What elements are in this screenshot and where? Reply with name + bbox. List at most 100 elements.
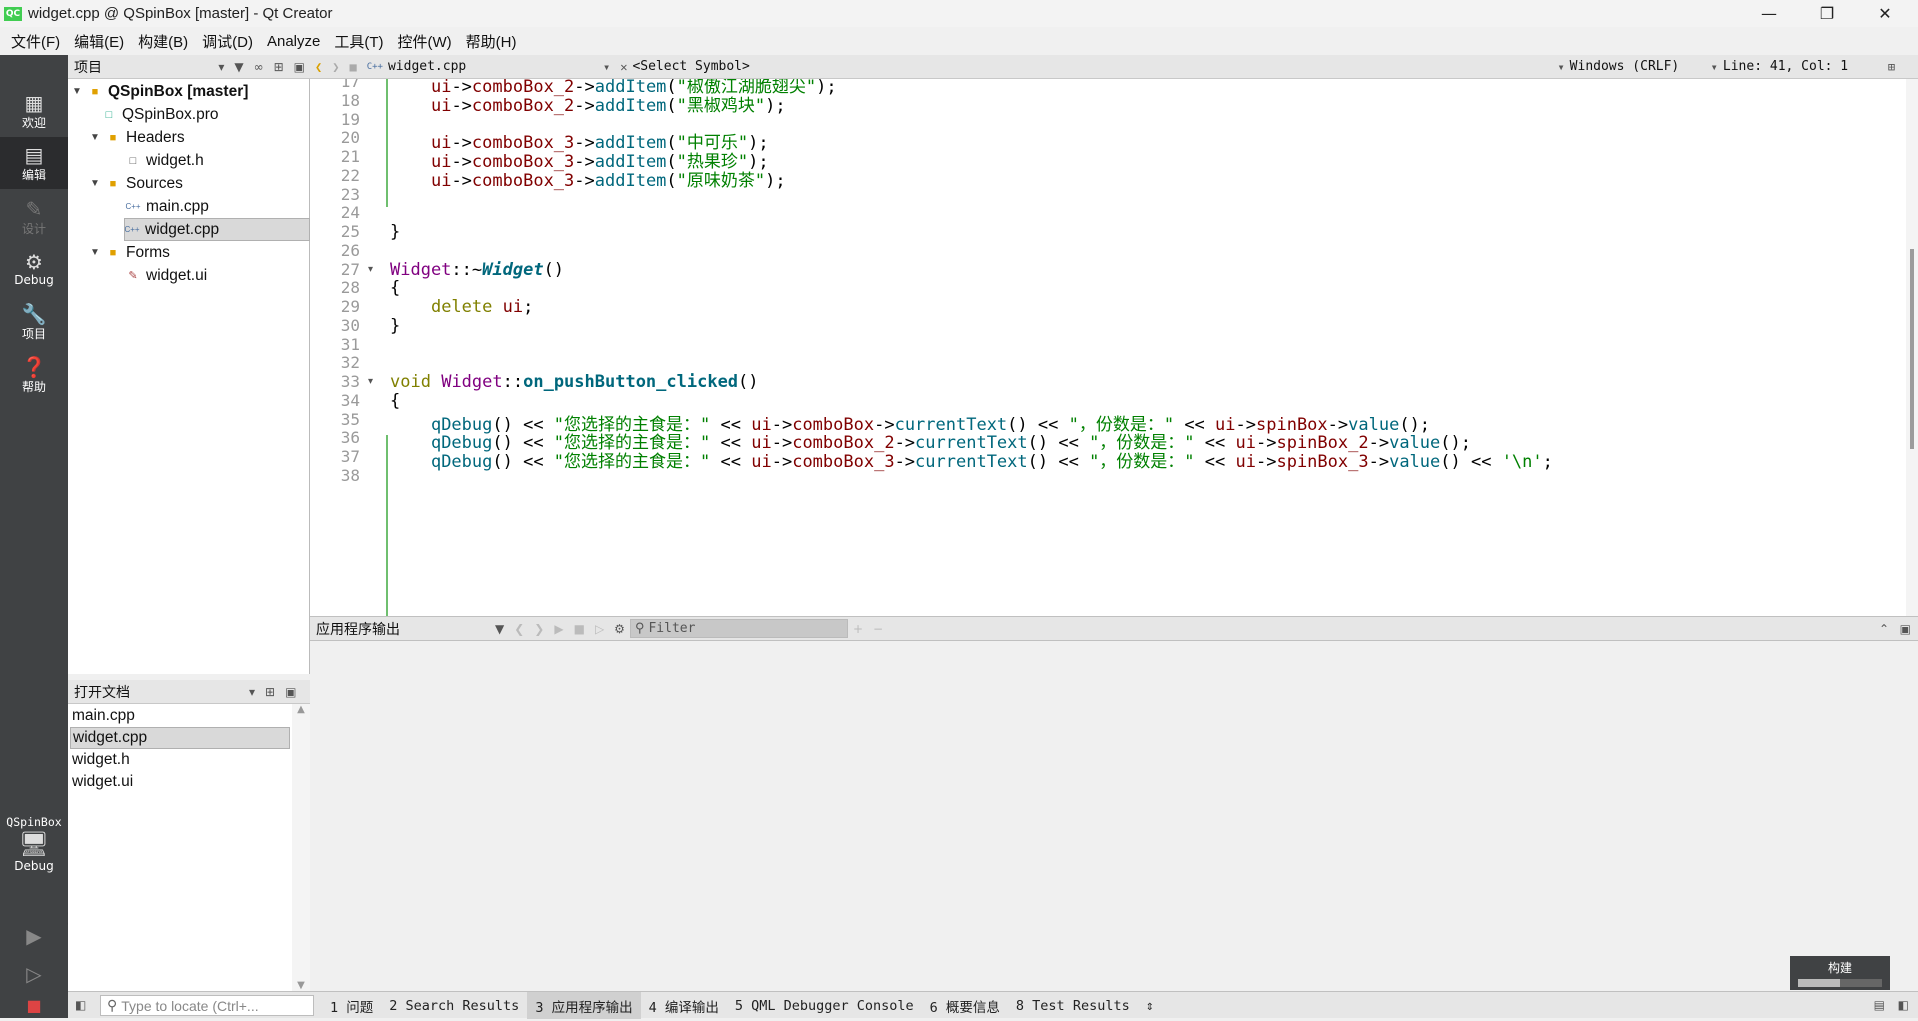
mode-welcome[interactable]: ▦ 欢迎 xyxy=(0,85,68,137)
build-progress[interactable]: 构建 xyxy=(1790,956,1890,990)
line-ending-combo[interactable]: Windows (CRLF) xyxy=(1570,59,1706,74)
code-line[interactable]: qDebug() << "您选择的主食是：" << ui->comboBox_3… xyxy=(390,447,1553,472)
code-line[interactable]: Widget::~Widget() xyxy=(390,260,564,280)
split-icon[interactable]: ⊞ xyxy=(274,60,284,74)
play-icon[interactable]: ▶ xyxy=(554,622,563,636)
chevron-down-icon[interactable]: ▼ xyxy=(90,178,102,189)
close-pane-icon[interactable]: ▣ xyxy=(294,60,305,74)
chevron-down-icon[interactable]: ▾ xyxy=(249,685,255,699)
menu-item[interactable]: 文件(F) xyxy=(4,31,67,52)
application-output[interactable] xyxy=(310,641,1918,991)
tree-item-widget-cpp[interactable]: C++ widget.cpp xyxy=(124,218,310,241)
chevron-down-icon[interactable]: ▾ xyxy=(603,60,610,74)
tree-item-forms[interactable]: ▼ ■ Forms xyxy=(90,241,170,264)
kit-selector[interactable]: QSpinBox 🖥 Debug xyxy=(0,807,68,881)
chevron-down-icon[interactable]: ▾ xyxy=(1711,60,1718,74)
tab-compile-output[interactable]: 4 编译输出 xyxy=(641,992,727,1019)
zoom-out-icon[interactable]: − xyxy=(873,622,883,636)
progress-details-icon[interactable]: ▤ xyxy=(1874,998,1885,1012)
restore-button[interactable]: ❐ xyxy=(1798,0,1856,27)
open-doc-item[interactable]: main.cpp xyxy=(70,705,290,727)
open-doc-item[interactable]: widget.h xyxy=(70,749,290,771)
locate-input[interactable]: ⚲ Type to locate (Ctrl+... xyxy=(100,995,314,1016)
tab-search-results[interactable]: 2 Search Results xyxy=(381,992,527,1019)
tree-item-headers[interactable]: ▼ ■ Headers xyxy=(90,126,185,149)
current-file-combo[interactable]: widget.cpp xyxy=(388,59,598,74)
close-document-icon[interactable]: ✕ xyxy=(620,60,627,74)
code-line[interactable]: } xyxy=(390,316,400,336)
cursor-position[interactable]: Line: 41, Col: 1 xyxy=(1723,59,1883,74)
attach-icon[interactable]: ▼ xyxy=(495,622,504,636)
debug-icon[interactable]: ▷ xyxy=(595,622,604,636)
forward-arrow-icon[interactable]: ❯ xyxy=(332,60,339,74)
chevron-down-icon[interactable]: ▾ xyxy=(218,60,224,74)
menu-item[interactable]: 控件(W) xyxy=(391,31,459,52)
output-filter-input[interactable]: ⚲ Filter xyxy=(629,619,848,638)
menu-item[interactable]: 工具(T) xyxy=(327,31,390,52)
prev-icon[interactable]: ❮ xyxy=(514,622,524,636)
code-line[interactable]: ui->comboBox_3->addItem("原味奶茶"); xyxy=(390,166,786,191)
fold-marker-icon[interactable]: ▾ xyxy=(368,264,373,275)
tree-item-widget-h[interactable]: □ widget.h xyxy=(126,149,204,172)
chevron-down-icon[interactable]: ▾ xyxy=(1557,60,1564,74)
close-pane-icon[interactable]: ▣ xyxy=(1900,622,1911,636)
back-arrow-icon[interactable]: ❮ xyxy=(315,60,322,74)
tree-item-pro-file[interactable]: □ QSpinBox.pro xyxy=(102,103,219,126)
next-icon[interactable]: ❯ xyxy=(534,622,544,636)
scrollbar-thumb[interactable] xyxy=(1910,249,1914,449)
mode-projects[interactable]: 🔧 项目 xyxy=(0,296,68,348)
split-icon[interactable]: ⊞ xyxy=(265,685,275,699)
stop-icon[interactable]: ■ xyxy=(574,622,585,636)
maximize-pane-icon[interactable]: ⌃ xyxy=(1879,622,1889,636)
chevron-down-icon[interactable]: ▼ xyxy=(90,132,102,143)
tree-item-main-cpp[interactable]: C++ main.cpp xyxy=(125,195,208,218)
tree-item-sources[interactable]: ▼ ■ Sources xyxy=(90,172,183,195)
open-doc-item[interactable]: widget.ui xyxy=(70,771,290,793)
gear-icon[interactable]: ⚙ xyxy=(614,622,625,636)
mode-edit[interactable]: ▤ 编辑 xyxy=(0,137,68,189)
fold-marker-icon[interactable]: ▾ xyxy=(368,376,373,387)
menu-item[interactable]: Analyze xyxy=(260,33,327,50)
scroll-down-icon[interactable]: ▼ xyxy=(292,980,310,991)
link-icon[interactable]: ∞ xyxy=(254,60,264,74)
tab-general-messages[interactable]: 6 概要信息 xyxy=(922,992,1008,1019)
build-button[interactable]: ■ xyxy=(0,991,68,1021)
code-line[interactable]: } xyxy=(390,222,400,242)
code-line[interactable]: { xyxy=(390,391,400,411)
editor-scrollbar[interactable] xyxy=(1906,79,1918,616)
code-line[interactable]: ui->comboBox_2->addItem("黑椒鸡块"); xyxy=(390,91,786,116)
menu-item[interactable]: 构建(B) xyxy=(131,31,195,52)
debug-run-button[interactable]: ▷ xyxy=(0,955,68,993)
tree-item-widget-ui[interactable]: ✎ widget.ui xyxy=(126,264,207,287)
symbol-combo[interactable]: <Select Symbol> xyxy=(632,59,1552,74)
zoom-in-icon[interactable]: + xyxy=(853,622,863,636)
filter-icon[interactable]: ▼ xyxy=(234,60,243,74)
split-icon[interactable]: ⊞ xyxy=(1888,60,1895,74)
code-line[interactable]: delete ui; xyxy=(390,297,533,317)
tab-application-output[interactable]: 3 应用程序输出 xyxy=(527,992,641,1019)
tab-test-results[interactable]: 8 Test Results xyxy=(1008,992,1138,1019)
menu-item[interactable]: 编辑(E) xyxy=(67,31,131,52)
mode-design[interactable]: ✎ 设计 xyxy=(0,191,68,243)
close-button[interactable]: ✕ xyxy=(1856,0,1914,27)
mode-debug[interactable]: ⚙ Debug xyxy=(0,243,68,295)
run-button[interactable]: ▶ xyxy=(0,917,68,955)
open-doc-item[interactable]: widget.cpp xyxy=(70,727,290,749)
code-line[interactable]: { xyxy=(390,278,400,298)
menu-item[interactable]: 帮助(H) xyxy=(459,31,524,52)
toggle-sidebar-icon[interactable]: ◧ xyxy=(75,998,86,1012)
toggle-right-sidebar-icon[interactable]: ◧ xyxy=(1898,998,1909,1012)
close-pane-icon[interactable]: ▣ xyxy=(285,685,296,699)
tab-issues[interactable]: 1 问题 xyxy=(322,992,381,1019)
mode-help[interactable]: ❓ 帮助 xyxy=(0,349,68,401)
tab-qml-debugger-console[interactable]: 5 QML Debugger Console xyxy=(727,992,922,1019)
tree-item-project[interactable]: ▼ ■ QSpinBox [master] xyxy=(72,80,248,103)
more-tabs-icon[interactable]: ⇕ xyxy=(1138,992,1162,1019)
open-docs-scrollbar[interactable]: ▲ ▼ xyxy=(292,704,310,991)
code-editor[interactable]: 17 18 19 20 21 22 23 24 25 26 27 28 29 30 31 32 33 34 35 36… xyxy=(310,79,1906,616)
minimize-button[interactable]: — xyxy=(1740,0,1798,27)
chevron-down-icon[interactable]: ▼ xyxy=(90,247,102,258)
chevron-down-icon[interactable]: ▼ xyxy=(72,86,84,97)
menu-item[interactable]: 调试(D) xyxy=(195,31,260,52)
code-line[interactable]: void Widget::on_pushButton_clicked() xyxy=(390,372,759,392)
